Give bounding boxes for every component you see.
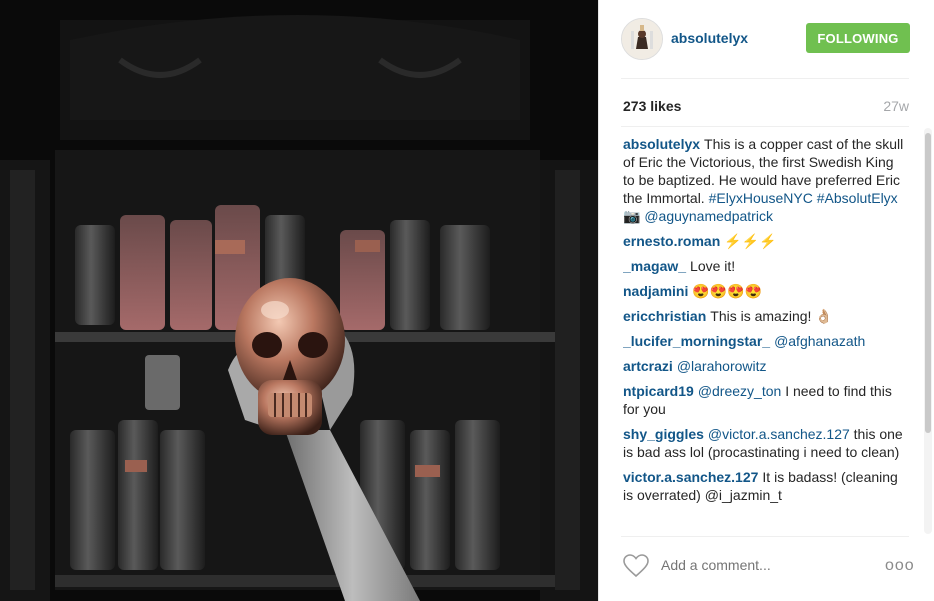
username-link[interactable]: absolutelyx (671, 30, 748, 46)
following-button[interactable]: FOLLOWING (806, 23, 910, 53)
comment-item: nadjamini 😍😍😍😍 (623, 282, 909, 300)
divider (621, 78, 909, 79)
comment-author[interactable]: victor.a.sanchez.127 (623, 469, 758, 485)
post-time[interactable]: 27w (883, 98, 909, 114)
comment-author[interactable]: ntpicard19 (623, 383, 694, 399)
comment-text: ⚡⚡⚡ (724, 233, 777, 249)
comment-author[interactable]: _lucifer_morningstar_ (623, 333, 770, 349)
likes-row: 273 likes 27w (599, 96, 934, 116)
caption-author[interactable]: absolutelyx (623, 136, 700, 152)
comment-item: ericchristian This is amazing! 👌🏼 (623, 307, 909, 325)
caption: absolutelyx This is a copper cast of the … (623, 135, 909, 225)
comment-footer: ooo (599, 547, 934, 587)
avatar[interactable] (621, 18, 663, 60)
caption-hashtags[interactable]: #ElyxHouseNYC #AbsolutElyx (709, 190, 898, 206)
comment-author[interactable]: shy_giggles (623, 426, 704, 442)
likes-count[interactable]: 273 likes (623, 98, 681, 114)
divider (621, 126, 909, 127)
comment-mention[interactable]: @larahorowitz (677, 358, 767, 374)
avatar-image (622, 19, 662, 59)
comment-item: ernesto.roman ⚡⚡⚡ (623, 232, 909, 250)
divider (621, 536, 909, 537)
comment-item: _lucifer_morningstar_ @afghanazath (623, 332, 909, 350)
comment-text: Love it! (690, 258, 736, 274)
post-header: absolutelyx FOLLOWING (599, 0, 934, 78)
caption-mention[interactable]: @aguynamedpatrick (644, 208, 773, 224)
photo-illustration (0, 0, 598, 601)
comment-mention[interactable]: @afghanazath (774, 333, 865, 349)
comment-author[interactable]: ericchristian (623, 308, 706, 324)
comments-list: absolutelyx This is a copper cast of the … (623, 135, 909, 533)
comment-mention[interactable]: @dreezy_ton (698, 383, 781, 399)
comment-text: 😍😍😍😍 (692, 283, 763, 299)
post-photo[interactable] (0, 0, 598, 601)
comment-item: ntpicard19 @dreezy_ton I need to find thi… (623, 382, 909, 418)
comment-author[interactable]: artcrazi (623, 358, 673, 374)
camera-emoji: 📷 (623, 208, 641, 224)
more-options-icon[interactable]: ooo (885, 557, 915, 575)
comment-item: victor.a.sanchez.127 It is badass! (clean… (623, 468, 909, 504)
comment-item: shy_giggles @victor.a.sanchez.127 this on… (623, 425, 909, 461)
comments-scrollbar[interactable] (925, 133, 931, 433)
post-details-panel: absolutelyx FOLLOWING 273 likes 27w abso… (598, 0, 934, 601)
comment-item: _magaw_ Love it! (623, 257, 909, 275)
heart-icon[interactable] (623, 554, 649, 578)
comment-author[interactable]: _magaw_ (623, 258, 686, 274)
comment-item: artcrazi @larahorowitz (623, 357, 909, 375)
comment-author[interactable]: ernesto.roman (623, 233, 720, 249)
comment-mention[interactable]: @victor.a.sanchez.127 (708, 426, 850, 442)
comment-author[interactable]: nadjamini (623, 283, 688, 299)
add-comment-input[interactable] (661, 557, 861, 573)
comment-text: This is amazing! 👌🏼 (710, 308, 833, 324)
